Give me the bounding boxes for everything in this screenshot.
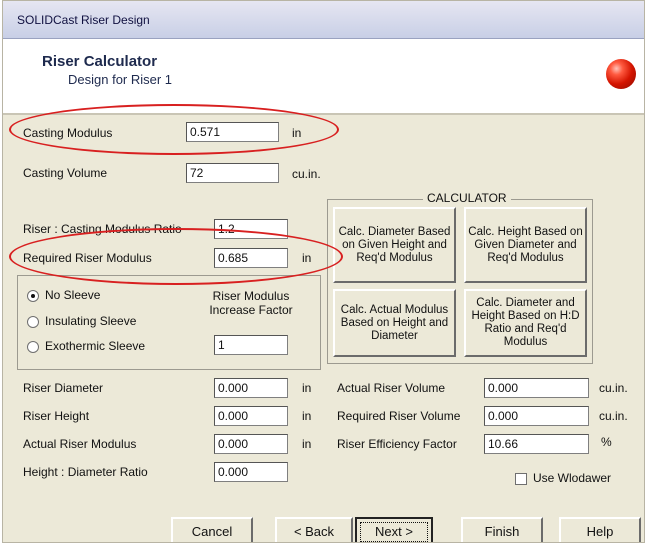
increase-factor-label: Riser Modulus Increase Factor <box>209 289 293 317</box>
required-riser-volume-unit: cu.in. <box>599 409 628 423</box>
actual-riser-modulus-label: Actual Riser Modulus <box>23 437 137 451</box>
efficiency-factor-label: Riser Efficiency Factor <box>337 437 457 451</box>
insulating-sleeve-label: Insulating Sleeve <box>45 314 137 328</box>
riser-diameter-label: Riser Diameter <box>23 381 104 395</box>
calc-diameter-button[interactable]: Calc. Diameter Based on Given Height and… <box>333 207 456 283</box>
page-title: Riser Calculator <box>42 53 158 70</box>
help-button[interactable]: Help <box>559 517 641 542</box>
required-riser-volume-label: Required Riser Volume <box>337 409 461 423</box>
casting-volume-unit: cu.in. <box>292 167 321 181</box>
cancel-button[interactable]: Cancel <box>171 517 253 542</box>
riser-diameter-unit: in <box>302 381 312 395</box>
use-wlodawer-label: Use Wlodawer <box>533 471 612 485</box>
efficiency-factor-unit: % <box>601 435 612 449</box>
actual-riser-modulus-field[interactable]: 0.000 <box>214 434 288 454</box>
exothermic-sleeve-radio[interactable] <box>27 341 39 353</box>
riser-diameter-field[interactable]: 0.000 <box>214 378 288 398</box>
page-subtitle: Design for Riser 1 <box>68 72 173 87</box>
casting-modulus-field[interactable]: 0.571 <box>186 122 279 142</box>
casting-modulus-label: Casting Modulus <box>23 126 113 140</box>
casting-modulus-unit: in <box>292 126 302 140</box>
next-button[interactable]: Next > <box>355 517 433 542</box>
required-modulus-unit: in <box>302 251 312 265</box>
wizard-header: Riser Calculator Design for Riser 1 <box>3 39 644 115</box>
modulus-ratio-label: Riser : Casting Modulus Ratio <box>23 222 182 236</box>
riser-height-unit: in <box>302 409 312 423</box>
use-wlodawer-checkbox[interactable] <box>515 473 527 485</box>
required-modulus-label: Required Riser Modulus <box>23 251 152 265</box>
no-sleeve-radio[interactable] <box>27 290 39 302</box>
modulus-ratio-field[interactable]: 1.2 <box>214 219 288 239</box>
riser-design-dialog: SOLIDCast Riser Design Riser Calculator … <box>2 0 645 543</box>
exothermic-sleeve-label: Exothermic Sleeve <box>45 339 146 353</box>
actual-riser-volume-field[interactable]: 0.000 <box>484 378 589 398</box>
required-modulus-field[interactable]: 0.685 <box>214 248 288 268</box>
calc-actual-modulus-button[interactable]: Calc. Actual Modulus Based on Height and… <box>333 289 456 357</box>
required-riser-volume-field[interactable]: 0.000 <box>484 406 589 426</box>
efficiency-factor-field[interactable]: 10.66 <box>484 434 589 454</box>
title-bar: SOLIDCast Riser Design <box>3 1 644 39</box>
calc-height-button[interactable]: Calc. Height Based on Given Diameter and… <box>464 207 587 283</box>
hd-ratio-field[interactable]: 0.000 <box>214 462 288 482</box>
casting-volume-label: Casting Volume <box>23 166 108 180</box>
no-sleeve-label: No Sleeve <box>45 288 101 302</box>
back-button[interactable]: < Back <box>275 517 353 542</box>
actual-riser-volume-label: Actual Riser Volume <box>337 381 446 395</box>
hd-ratio-label: Height : Diameter Ratio <box>23 465 148 479</box>
insulating-sleeve-radio[interactable] <box>27 316 39 328</box>
casting-volume-field[interactable]: 72 <box>186 163 279 183</box>
calc-diameter-and-height-button[interactable]: Calc. Diameter and Height Based on H:D R… <box>464 289 587 357</box>
finish-button[interactable]: Finish <box>461 517 543 542</box>
window-title: SOLIDCast Riser Design <box>17 13 150 27</box>
actual-riser-modulus-unit: in <box>302 437 312 451</box>
riser-height-label: Riser Height <box>23 409 90 423</box>
calculator-title: CALCULATOR <box>423 191 511 205</box>
riser-height-field[interactable]: 0.000 <box>214 406 288 426</box>
actual-riser-volume-unit: cu.in. <box>599 381 628 395</box>
red-orb-icon <box>606 59 636 89</box>
increase-factor-field[interactable]: 1 <box>214 335 288 355</box>
